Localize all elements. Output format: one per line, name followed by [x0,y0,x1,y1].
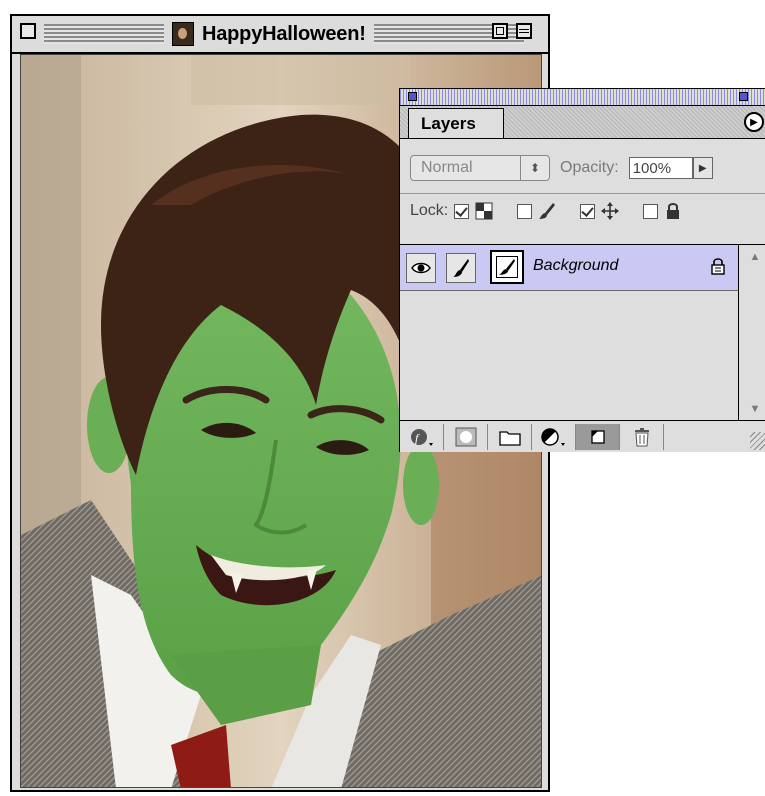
tab-layers[interactable]: Layers [408,108,504,138]
tab-layers-label: Layers [421,113,476,133]
palette-menu-arrow-icon[interactable]: ▶ [744,112,764,132]
layer-thumbnail[interactable] [490,250,524,284]
layer-mask-icon [455,427,476,446]
layers-bottom-bar: f [400,420,765,452]
layer-style-button[interactable]: f [400,423,444,450]
layer-visibility-toggle[interactable] [406,253,436,283]
layers-list[interactable]: Background [400,244,738,421]
lock-all-checkbox[interactable] [643,203,659,219]
zoom-box-icon[interactable] [492,23,508,39]
padlock-icon [667,203,680,219]
blend-mode-value: Normal [421,159,473,176]
eye-icon [411,262,431,274]
paintbrush-icon [453,259,469,277]
palette-tab-row: Layers ▶ [400,106,765,139]
resize-grip-icon[interactable] [750,432,765,450]
select-arrows-icon: ⬍ [520,156,549,180]
document-title-text: HappyHalloween! [202,22,366,45]
scroll-down-arrow-icon[interactable]: ▼ [739,399,765,419]
new-layer-icon [590,429,605,444]
new-layer-button[interactable] [576,423,620,450]
document-photo-icon [172,22,194,46]
divider [400,193,765,194]
layer-brush-thumbnail-icon [496,256,518,278]
new-layer-set-button[interactable] [488,423,532,450]
adjustment-layer-icon [540,427,565,446]
lock-position-checkbox[interactable] [580,203,596,219]
trash-icon [634,427,649,446]
layer-name: Background [533,257,619,274]
layers-scrollbar[interactable]: ▲ ▼ [738,244,765,421]
layer-style-icon: f [410,428,433,446]
document-titlebar[interactable]: HappyHalloween! [12,16,548,54]
opacity-field[interactable]: 100% [628,157,693,179]
new-fill-adjustment-layer-button[interactable] [532,423,576,450]
blend-mode-select[interactable]: Normal ⬍ [410,155,550,181]
layer-locked-icon [711,258,725,275]
opacity-label: Opacity: [560,159,619,176]
palette-titlebar[interactable] [400,89,765,106]
blend-opacity-row: Normal ⬍ Opacity: 100% ▶ [410,155,713,181]
move-arrows-icon [601,202,620,220]
lock-image-pixels-checkbox[interactable] [517,203,533,219]
layer-edit-toggle[interactable] [446,253,476,283]
lock-transparency-checkbox[interactable] [454,203,470,219]
delete-layer-button[interactable] [620,423,664,450]
palette-collapse-icon[interactable] [739,92,748,101]
collapse-box-icon[interactable] [516,23,532,39]
layer-row-background[interactable]: Background [400,245,738,291]
scroll-up-arrow-icon[interactable]: ▲ [739,247,765,267]
layers-palette[interactable]: Layers ▶ Normal ⬍ Opacity: 100% ▶ Lock: [399,88,765,452]
document-title: HappyHalloween! [164,19,374,49]
palette-close-icon[interactable] [408,92,417,101]
brush-icon [539,203,556,219]
layer-mask-button[interactable] [444,423,488,450]
transparency-checker-icon [475,202,493,220]
lock-label: Lock: [410,202,449,219]
close-box-icon[interactable] [20,23,36,39]
opacity-slider-arrow-icon[interactable]: ▶ [692,157,713,179]
folder-icon [498,430,521,446]
lock-row: Lock: [410,202,682,220]
